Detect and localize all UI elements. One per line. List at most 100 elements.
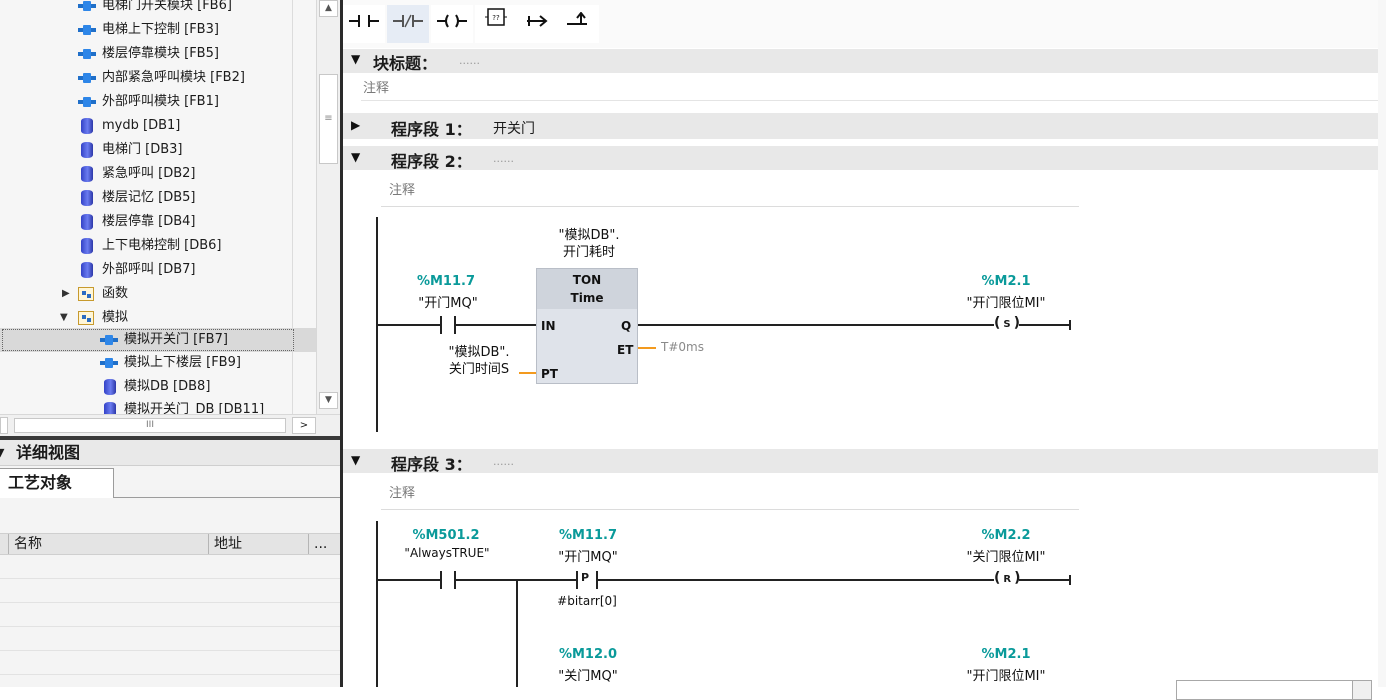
normally-open-contact-icon[interactable]	[343, 5, 385, 43]
open-branch-icon[interactable]	[517, 5, 559, 43]
pin-et: ET	[617, 343, 634, 357]
tree-item-db5[interactable]: 楼层记忆 [DB5]	[0, 186, 316, 210]
normally-closed-contact-icon[interactable]	[387, 5, 429, 43]
tree-folder-simulation[interactable]: ▼ 模拟	[0, 306, 316, 330]
coil-icon[interactable]	[431, 5, 473, 43]
data-block-icon	[104, 402, 116, 414]
tree-horizontal-scrollbar[interactable]: III >	[0, 414, 340, 436]
tree-item-db3[interactable]: 电梯门 [DB3]	[0, 138, 316, 162]
collapse-arrow-icon[interactable]: ▼	[351, 453, 360, 467]
positive-edge-contact[interactable]: P	[576, 571, 598, 589]
detail-column-header: 名称 地址 ...	[0, 533, 340, 555]
tree-item-db4[interactable]: 楼层停靠 [DB4]	[0, 210, 316, 234]
pt-operand-line2: 关门时间S	[448, 362, 510, 377]
pt-wire	[519, 372, 536, 374]
edge-memory-bit[interactable]: #bitarr[0]	[537, 594, 637, 608]
tree-item-fb6[interactable]: 电梯门开关模块 [FB6]	[0, 0, 316, 18]
pt-operand[interactable]: "模拟DB". 关门时间S	[439, 344, 519, 378]
coil-tag[interactable]: "开门限位MI"	[943, 665, 1069, 684]
tree-item-label: 上下电梯控制 [DB6]	[102, 238, 222, 253]
tree-item-db1[interactable]: mydb [DB1]	[0, 114, 316, 138]
tree-item-label: 电梯上下控制 [FB3]	[102, 22, 219, 37]
tree-item-label: 紧急呼叫 [DB2]	[102, 166, 196, 181]
timer-subtype[interactable]: Time	[537, 291, 637, 305]
data-block-icon	[81, 262, 93, 278]
expand-arrow-icon[interactable]: ▶	[62, 282, 70, 306]
coil-tag[interactable]: "关门限位MI"	[943, 546, 1069, 565]
normally-open-contact[interactable]	[440, 571, 456, 589]
tree-item-fb7[interactable]: 模拟开关门 [FB7]	[0, 328, 316, 352]
empty-box-icon[interactable]: ??	[475, 5, 517, 43]
function-block-icon	[100, 335, 118, 345]
network-3-header[interactable]: ▼ 程序段 3： ......	[343, 449, 1386, 474]
block-title-placeholder[interactable]: ......	[459, 54, 480, 67]
tree-item-label: 外部呼叫 [DB7]	[102, 262, 196, 277]
block-title-bar[interactable]: ▼ 块标题： ......	[343, 49, 1386, 73]
tree-vertical-scrollbar[interactable]: ▲ ≡ ▼	[316, 0, 340, 414]
zoom-select[interactable]	[1176, 680, 1354, 700]
tree-item-fb1[interactable]: 外部呼叫模块 [FB1]	[0, 90, 316, 114]
expand-arrow-icon[interactable]: ▶	[351, 118, 360, 132]
normally-open-contact[interactable]	[440, 316, 456, 334]
coil-tag[interactable]: "开门限位MI"	[943, 292, 1069, 311]
scroll-up-icon[interactable]: ▲	[319, 0, 338, 17]
tree-item-db11[interactable]: 模拟开关门_DB [DB11]	[0, 398, 316, 414]
detail-view-title: 详细视图	[16, 443, 81, 462]
tree-item-fb5[interactable]: 楼层停靠模块 [FB5]	[0, 42, 316, 66]
coil-address: %M2.1	[981, 647, 1031, 662]
scroll-left-icon[interactable]	[0, 417, 8, 434]
pin-in: IN	[541, 319, 556, 333]
network-title[interactable]: 开关门	[493, 118, 535, 138]
tree-item-label: 模拟	[102, 310, 129, 325]
collapse-arrow-icon[interactable]: ▼	[0, 440, 4, 466]
network-title-placeholder[interactable]: ......	[493, 152, 514, 165]
tree-item-db2[interactable]: 紧急呼叫 [DB2]	[0, 162, 316, 186]
tree-item-db7[interactable]: 外部呼叫 [DB7]	[0, 258, 316, 282]
collapse-arrow-icon[interactable]: ▼	[60, 306, 68, 330]
reset-coil[interactable]: (R)	[994, 570, 1021, 586]
data-block-icon	[81, 166, 93, 182]
network-title-placeholder[interactable]: ......	[493, 455, 514, 468]
collapse-arrow-icon[interactable]: ▼	[351, 150, 360, 164]
tree-item-fb3[interactable]: 电梯上下控制 [FB3]	[0, 18, 316, 42]
set-coil[interactable]: (S)	[994, 315, 1020, 331]
contact-tag[interactable]: "开门MQ"	[393, 292, 503, 311]
contact-tag[interactable]: "开门MQ"	[533, 546, 643, 565]
tab-technology-objects[interactable]: 工艺对象	[0, 468, 114, 498]
tree-item-label: 外部呼叫模块 [FB1]	[102, 94, 219, 109]
tree-item-label: 模拟DB [DB8]	[124, 379, 211, 394]
tree-item-label: 模拟开关门_DB [DB11]	[124, 402, 265, 414]
tree-item-label: 楼层停靠模块 [FB5]	[102, 46, 219, 61]
tree-item-fb2[interactable]: 内部紧急呼叫模块 [FB2]	[0, 66, 316, 90]
tree-folder-functions[interactable]: ▶ 函数	[0, 282, 316, 306]
contact-tag[interactable]: "关门MQ"	[533, 665, 643, 684]
data-block-icon	[81, 238, 93, 254]
tree-item-label: 模拟上下楼层 [FB9]	[124, 355, 241, 370]
scrollbar-thumb[interactable]: III	[14, 418, 286, 433]
zoom-dropdown-button[interactable]	[1352, 680, 1372, 700]
network-2-comment-box[interactable]: 注释	[381, 178, 1079, 207]
network-1-header[interactable]: ▶ 程序段 1： 开关门	[343, 113, 1386, 139]
ton-timer-box[interactable]: TON Time IN Q ET PT	[536, 268, 638, 384]
block-comment[interactable]: 注释	[363, 77, 389, 96]
scroll-right-icon[interactable]: >	[292, 417, 316, 434]
network-3-comment-box[interactable]: 注释	[381, 481, 1079, 510]
timer-instance-line1: "模拟DB".	[558, 228, 620, 243]
tree-item-db6[interactable]: 上下电梯控制 [DB6]	[0, 234, 316, 258]
tree-item-fb9[interactable]: 模拟上下楼层 [FB9]	[0, 351, 316, 375]
tree-item-db8[interactable]: 模拟DB [DB8]	[0, 375, 316, 399]
column-more[interactable]: ...	[314, 534, 327, 554]
coil-type: R	[1003, 574, 1012, 585]
close-branch-icon[interactable]	[557, 5, 599, 43]
column-name[interactable]: 名称	[14, 534, 42, 554]
detail-view-header[interactable]: ▼ 详细视图	[0, 440, 340, 466]
scroll-down-icon[interactable]: ▼	[319, 392, 338, 409]
network-2-header[interactable]: ▼ 程序段 2： ......	[343, 146, 1386, 171]
column-address[interactable]: 地址	[214, 534, 242, 554]
contact-tag[interactable]: "AlwaysTRUE"	[387, 546, 507, 560]
tree-item-label: 楼层停靠 [DB4]	[102, 214, 196, 229]
timer-instance[interactable]: "模拟DB". 开门耗时	[539, 227, 639, 261]
collapse-arrow-icon[interactable]: ▼	[351, 52, 360, 66]
scrollbar-thumb[interactable]: ≡	[319, 74, 338, 164]
et-value[interactable]: T#0ms	[661, 340, 704, 354]
